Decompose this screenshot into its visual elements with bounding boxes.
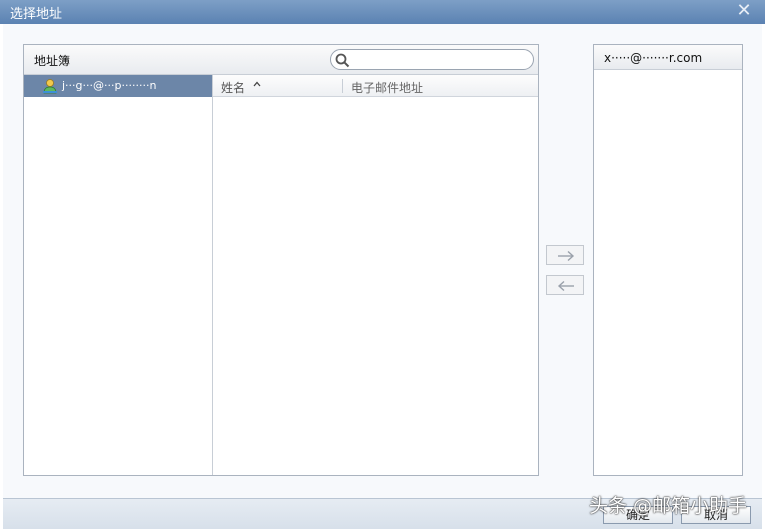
address-book-item-selected[interactable]: j···g···@···p········n (24, 75, 212, 97)
search-icon (335, 53, 350, 68)
recipients-header[interactable]: x·····@·······r.com (594, 45, 742, 70)
address-book-title: 地址簿 (34, 54, 71, 68)
remove-recipient-button[interactable] (546, 275, 584, 295)
address-book-item-label: j···g···@···p········n (62, 79, 157, 92)
add-recipient-button[interactable] (546, 245, 584, 265)
sort-ascending-icon[interactable] (253, 81, 261, 87)
recipients-panel: x·····@·······r.com (593, 44, 743, 476)
title-bar: 选择地址 ✕ (0, 0, 765, 24)
watermark-text: 头条 @邮箱小助手 (589, 495, 748, 517)
arrow-left-icon (557, 280, 574, 292)
column-email[interactable]: 电子邮件地址 (351, 79, 423, 96)
window-title: 选择地址 (10, 7, 63, 22)
address-book-header: 地址簿 (24, 45, 538, 75)
search-input[interactable] (353, 51, 529, 68)
address-book-panel: 地址簿 j···g···@···p········n 姓名 电子邮件地址 (23, 44, 539, 476)
contact-group-icon (43, 79, 57, 94)
recipient-account-label: x·····@·······r.com (604, 51, 703, 65)
column-divider[interactable] (342, 79, 343, 93)
arrow-right-icon (558, 250, 575, 262)
close-icon[interactable]: ✕ (735, 1, 753, 21)
contact-table-header: 姓名 电子邮件地址 (213, 75, 538, 97)
address-book-list: j···g···@···p········n (24, 75, 213, 475)
column-name[interactable]: 姓名 (221, 79, 245, 96)
search-box[interactable] (330, 49, 534, 70)
